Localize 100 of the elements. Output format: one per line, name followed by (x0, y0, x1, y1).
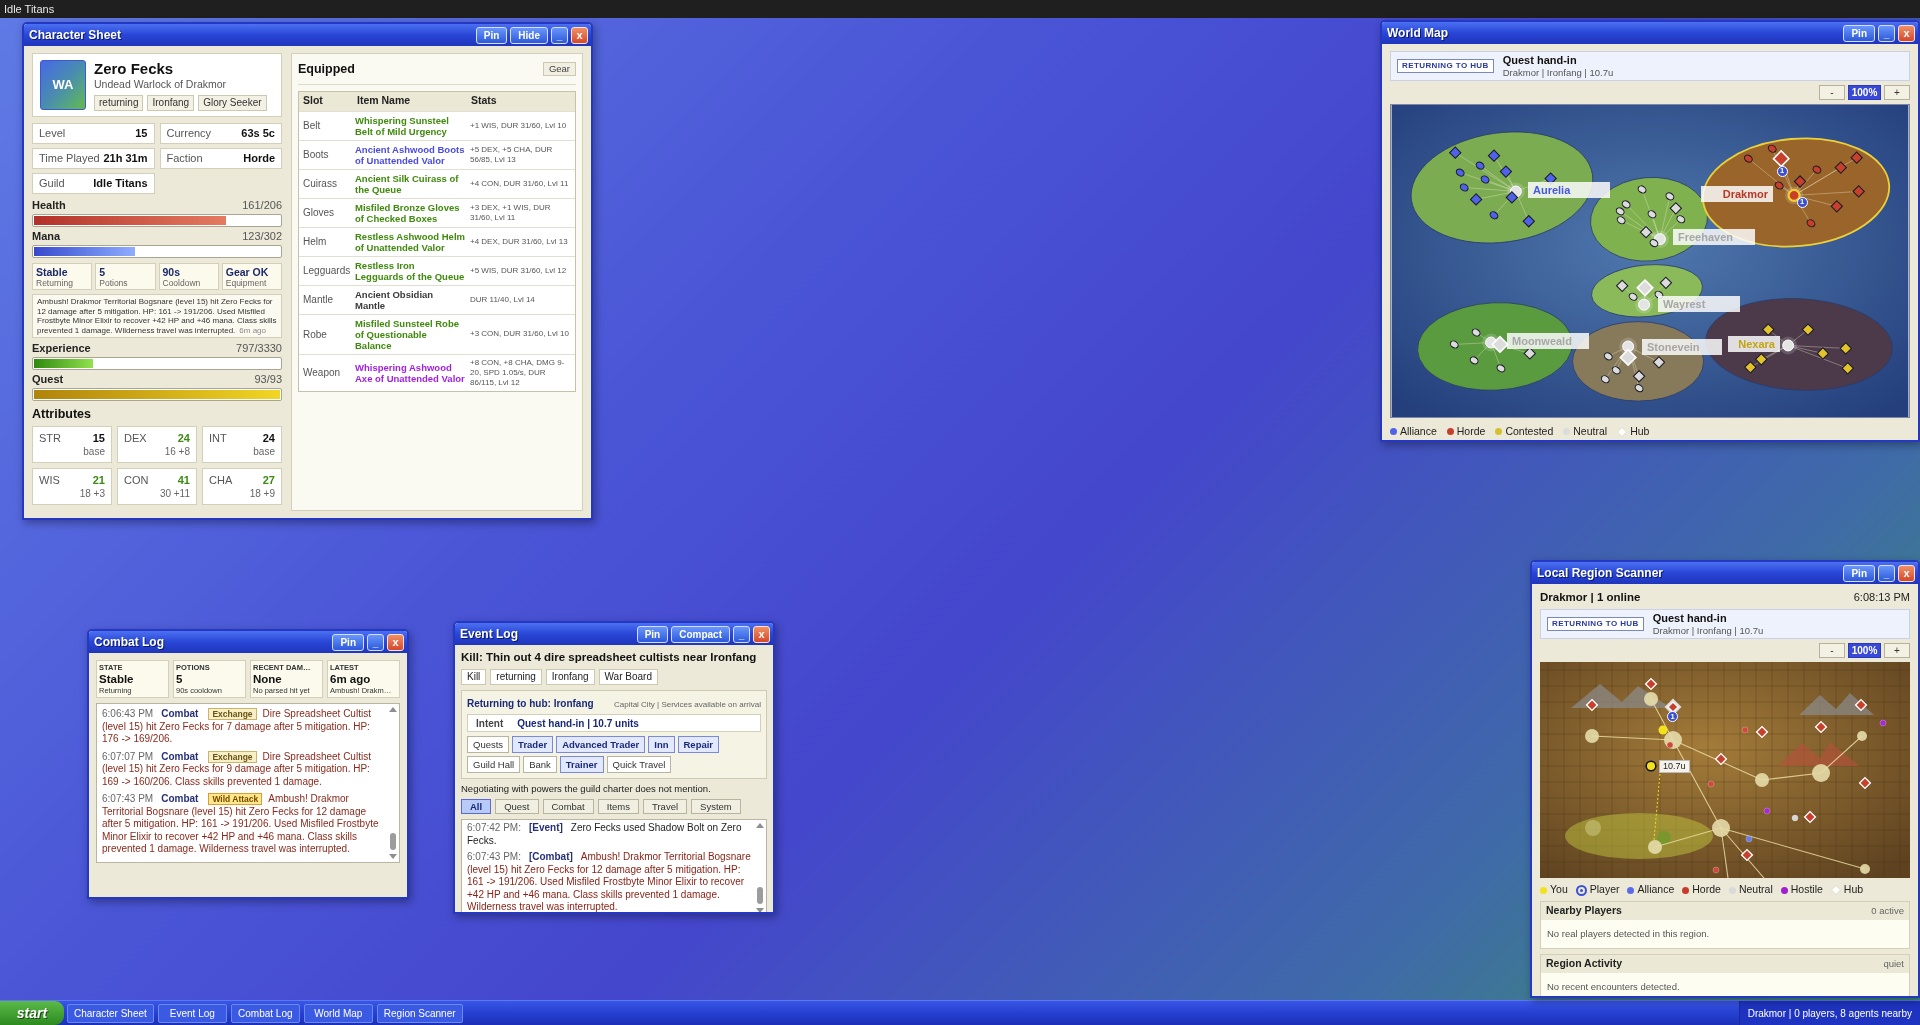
diamond-marker-icon (1793, 175, 1807, 188)
service-button[interactable]: Repair (677, 736, 720, 753)
title-bar-button[interactable]: Pin (636, 625, 669, 643)
region-name-label: Drakmor (1701, 186, 1773, 202)
section-title: Nearby Players (1546, 903, 1622, 919)
scroll-down-arrow-icon[interactable] (756, 907, 764, 912)
waypoint-icon (1712, 819, 1730, 838)
zoom-in-button[interactable]: + (1884, 643, 1910, 659)
title-bar-button[interactable]: Pin (332, 633, 364, 651)
start-button[interactable]: start (0, 1001, 64, 1025)
title-bar-button[interactable]: Hide (510, 26, 548, 44)
status-value: Stable (36, 265, 69, 278)
diamond-marker-icon (1544, 172, 1558, 185)
close-button[interactable]: x (571, 26, 588, 44)
info-label: Guild (39, 176, 65, 192)
title-bar-button[interactable]: Compact (671, 625, 730, 643)
diamond-marker-icon (1830, 199, 1844, 213)
slot-label: Cuirass (302, 177, 338, 192)
filter-tab[interactable]: System (691, 799, 741, 814)
item-stats: +1 WIS, DUR 31/60, Lvl 10 (469, 120, 568, 131)
taskbar-button[interactable]: World Map (303, 1003, 373, 1023)
info-label: Time Played (39, 151, 100, 167)
zoom-out-button[interactable]: - (1819, 85, 1845, 100)
gear-button[interactable]: Gear (542, 62, 576, 77)
close-button[interactable]: x (1898, 564, 1915, 582)
window-title: World Map (1387, 25, 1449, 42)
title-bar-button[interactable]: Pin (475, 26, 508, 44)
close-button[interactable]: x (753, 625, 770, 643)
status-caption: Equipment (225, 277, 268, 288)
filter-tab[interactable]: Travel (643, 799, 688, 814)
title-bar-button[interactable]: Pin (1843, 564, 1875, 582)
waypoint-icon (1648, 840, 1662, 855)
service-button[interactable]: Quests (467, 736, 510, 753)
service-button[interactable]: Advanced Trader (556, 736, 646, 753)
minimize-button[interactable]: _ (367, 633, 384, 651)
filter-tab[interactable]: All (461, 799, 492, 814)
quest-tag: Ironfang (545, 669, 595, 685)
item-name: Ancient Ashwood Boots of Unattended Valor (354, 143, 466, 166)
legend-label: Hub (1843, 882, 1864, 898)
taskbar-button[interactable]: Event Log (157, 1003, 227, 1023)
scroll-down-arrow-icon[interactable] (389, 854, 397, 859)
service-button[interactable]: Trainer (559, 756, 604, 773)
zoom-level: 100% (1848, 643, 1881, 659)
status-tag: Glory Seeker (198, 94, 267, 111)
oval-marker-icon (1634, 384, 1644, 393)
service-button[interactable]: Trader (512, 736, 554, 753)
region-name-label: Aurelia (1528, 182, 1610, 198)
zoom-level: 100% (1848, 85, 1881, 100)
info-value: 63s 5c (241, 126, 275, 142)
close-button[interactable]: x (387, 633, 404, 651)
legend-label: Neutral (1573, 424, 1608, 439)
window-title: Local Region Scanner (1537, 565, 1664, 582)
scroll-up-arrow-icon[interactable] (389, 707, 397, 712)
legend-label: You (1550, 882, 1568, 898)
minimize-button[interactable]: _ (733, 625, 750, 643)
minimize-button[interactable]: _ (551, 26, 568, 44)
diamond-marker-icon (1858, 776, 1872, 790)
slot-label: Belt (302, 119, 322, 134)
close-button[interactable]: x (1898, 24, 1915, 42)
status-value: 5 (99, 265, 107, 278)
scroll-up-arrow-icon[interactable] (756, 823, 764, 828)
info-label: Level (39, 126, 66, 142)
taskbar-button[interactable]: Combat Log (230, 1003, 300, 1023)
diamond-marker-icon (1814, 720, 1828, 734)
taskbar-button[interactable]: Region Scanner (376, 1003, 463, 1023)
filter-tab[interactable]: Combat (542, 799, 594, 814)
dot-marker-icon (1791, 814, 1799, 822)
distance-label: 10.7u (1659, 760, 1690, 774)
diamond-marker-icon (1850, 151, 1864, 165)
diamond-marker-icon (1659, 276, 1673, 290)
service-button[interactable]: Guild Hall (467, 756, 521, 773)
waypoint-icon (1755, 773, 1769, 788)
diamond-marker-icon (1816, 347, 1830, 360)
diamond-marker-icon (1854, 698, 1868, 712)
diamond-marker-icon (1619, 348, 1637, 367)
service-button[interactable]: Inn (648, 736, 675, 753)
scrollbar-thumb[interactable] (757, 886, 763, 904)
diamond-marker-icon (1469, 193, 1483, 206)
service-button[interactable]: Bank (523, 756, 557, 773)
hub-note: Negotiating with powers the guild charter does not mention. (461, 783, 712, 795)
status-value: Gear OK (225, 265, 270, 278)
oval-marker-icon (1469, 356, 1479, 365)
filter-tab[interactable]: Items (597, 799, 639, 814)
filter-tab[interactable]: Quest (495, 799, 539, 814)
travel-path-line (1653, 773, 1661, 841)
taskbar-button[interactable]: Character Sheet (67, 1003, 154, 1023)
status-caption: Cooldown (162, 277, 202, 288)
scrollbar-thumb[interactable] (390, 833, 396, 850)
minimize-button[interactable]: _ (1878, 564, 1895, 582)
minimize-button[interactable]: _ (1878, 24, 1895, 42)
hub-marker-icon (1779, 336, 1798, 355)
hub-title: Returning to hub: Ironfang (467, 697, 594, 711)
bar-reading: 93/93 (254, 373, 282, 386)
service-button[interactable]: Quick Travel (606, 756, 672, 773)
zoom-in-button[interactable]: + (1884, 85, 1910, 100)
title-bar-button[interactable]: Pin (1843, 24, 1875, 42)
diamond-marker-icon (1491, 335, 1509, 354)
zoom-out-button[interactable]: - (1819, 643, 1845, 659)
diamond-marker-icon (1834, 161, 1848, 174)
oval-marker-icon (1637, 185, 1647, 194)
